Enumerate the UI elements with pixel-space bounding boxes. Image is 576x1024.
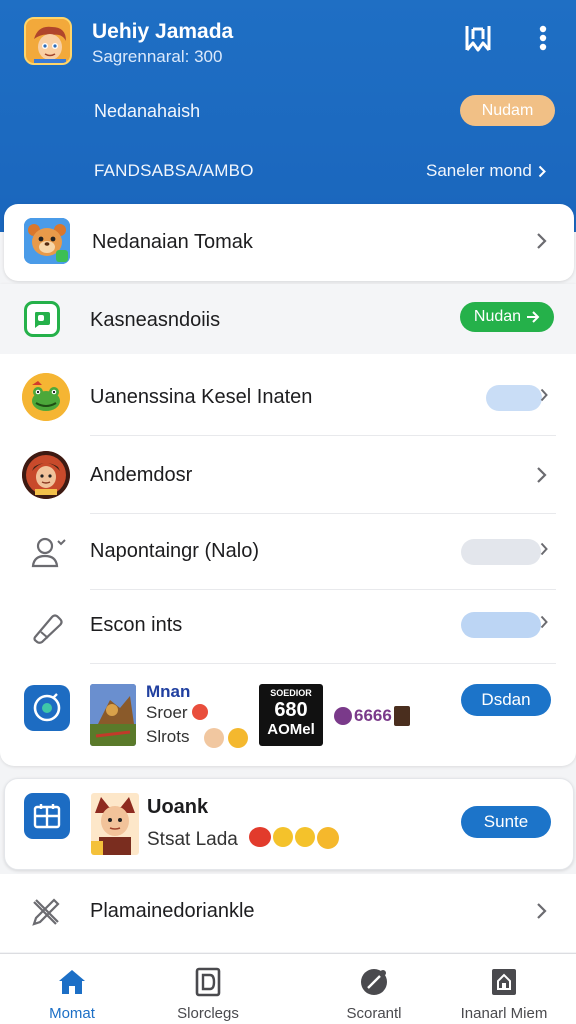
calendar-icon [24,793,70,839]
header-code-text: FANDSABSA/AMBO [94,161,254,180]
nav-label: Momat [49,1005,95,1022]
target-icon [24,685,70,731]
user-name: Uehiy Jamada [92,20,234,43]
tools-icon [26,892,66,932]
promo-tail-text: 6666 [354,706,392,725]
promo-badge-bottom: AOMel [267,721,315,739]
bottom-navigation: Momat Slorclegs Scorantl Inanarl Miem [0,953,576,1024]
game-card-emojis [249,827,339,849]
baby-emoji-icon [204,728,224,748]
promo-row[interactable]: Mnan Sroer Slrots SOEDIOR 680 AOMel 6666… [0,664,576,764]
list-item[interactable]: Uanenssina Kesel Inaten [0,358,576,436]
settings-list-card: Kasneasndoiis Nudan Uanenssina Kesel Ina… [0,284,576,766]
header-info-text: Nedanahaish [94,101,201,121]
tag-icon [24,604,72,652]
nav-tab-store[interactable]: Inanarl Miem [432,954,576,1024]
compass-icon [359,967,389,997]
smiley-emoji-icon [228,728,248,748]
profile-avatar[interactable] [24,17,72,65]
promo-line-2: Slrots [146,727,190,746]
toggle-switch[interactable] [461,612,541,638]
promo-badge: SOEDIOR 680 AOMel [259,684,323,746]
warrior-avatar-icon [22,451,70,499]
coin-emoji-icon [273,827,293,847]
more-vertical-icon[interactable] [530,22,556,54]
header-link-label: Saneler mond [426,161,532,180]
game-card[interactable]: Uoank Stsat Lada Sunte [4,778,574,870]
nav-label: Slorclegs [177,1005,239,1022]
app-logo-icon[interactable] [462,22,494,54]
burger-emoji-icon [249,827,271,847]
nav-label: Inanarl Miem [460,1005,548,1022]
game-card-subtitle: Stsat Lada [147,829,238,850]
chevron-right-icon [537,903,547,919]
chick-emoji-icon [317,827,339,849]
promo-action-button[interactable]: Dsdan [461,684,551,716]
list-item-label: Napontaingr (Nalo) [90,540,259,562]
promo-line-1: Sroer [146,703,188,722]
user-subtitle: Sagrennaral: 300 [92,47,223,66]
list-item-label: Plamainedoriankle [90,900,255,922]
promo-badge-mid: 680 [274,699,308,722]
arrow-right-icon [527,311,540,323]
profile-header: Uehiy Jamada Sagrennaral: 300 Nedanahais… [0,0,576,232]
highlight-row[interactable]: Kasneasndoiis Nudan [0,284,576,354]
list-item[interactable]: Andemdosr [0,436,576,514]
chat-icon [24,301,60,337]
coin-emoji-icon [295,827,315,847]
highlight-action-label: Nudan [473,308,522,325]
list-item-label: Andemdosr [90,464,193,486]
chevron-right-icon [538,165,546,177]
bear-avatar-icon [24,218,70,264]
promo-tail: 6666 [334,706,410,726]
featured-label: Nedanaian Tomak [92,231,253,253]
document-icon [193,967,223,997]
list-item-label: Uanenssina Kesel Inaten [90,386,313,408]
emoji-badge-icon [192,704,208,720]
home-icon [57,967,87,997]
toggle-switch[interactable] [486,385,542,411]
box-emoji-icon [393,706,410,726]
list-item-label: Escon ints [90,614,183,636]
rocket-emoji-icon [334,707,352,725]
header-link[interactable]: Saneler mond [426,161,546,181]
store-icon [489,967,519,997]
list-item[interactable]: Napontaingr (Nalo) [0,514,576,590]
highlight-label: Kasneasndoiis [90,309,221,331]
nav-tab-explore[interactable]: Scorantl [302,954,446,1024]
list-item[interactable]: Escon ints [0,590,576,664]
users-icon [24,530,72,578]
chevron-right-icon [537,467,547,483]
game-character-thumbnail [91,793,139,855]
chevron-right-icon [537,233,547,249]
nav-label: Scorantl [346,1005,402,1022]
frog-avatar-icon [22,373,70,421]
chevron-right-icon [540,542,548,556]
header-action-button[interactable]: Nudam [460,95,555,126]
promo-title: Mnan [146,682,191,701]
promo-badge-top: SOEDIOR [270,688,312,698]
featured-card[interactable]: Nedanaian Tomak [4,204,574,281]
game-card-title: Uoank [147,796,209,818]
chevron-right-icon [540,388,548,402]
list-item[interactable]: Plamainedoriankle [0,874,576,952]
game-thumbnail[interactable] [90,684,136,746]
nav-tab-home[interactable]: Momat [0,954,144,1024]
game-card-button[interactable]: Sunte [461,806,551,838]
nav-tab-documents[interactable]: Slorclegs [136,954,280,1024]
chevron-right-icon [540,615,548,629]
toggle-switch[interactable] [461,539,541,565]
highlight-action-button[interactable]: Nudan [460,302,554,332]
